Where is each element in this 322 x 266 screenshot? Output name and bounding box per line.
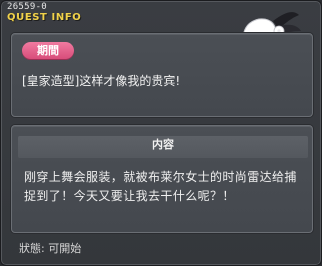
period-panel: 期間 [皇家造型]这样才像我的贵宾!: [11, 33, 313, 117]
quest-id: 26559-0: [7, 2, 48, 12]
content-panel: 内容 刚穿上舞会服装，就被布莱尔女士的时尚雷达给捕捉到了！今天又要让我去干什么呢…: [11, 125, 313, 233]
quest-status: 狀態: 可開始: [19, 242, 82, 255]
quest-name: [皇家造型]这样才像我的贵宾!: [22, 74, 181, 88]
content-header: 内容: [18, 136, 308, 158]
content-description: 刚穿上舞会服装，就被布莱尔女士的时尚雷达给捕捉到了！今天又要让我去干什么呢？！: [24, 170, 297, 203]
window-title: QUEST INFO: [7, 12, 82, 23]
period-badge: 期間: [22, 42, 74, 59]
quest-info-window: 26559-0 QUEST INFO 期間 [皇家造型]这样才像我的贵宾! 内容…: [0, 0, 322, 266]
